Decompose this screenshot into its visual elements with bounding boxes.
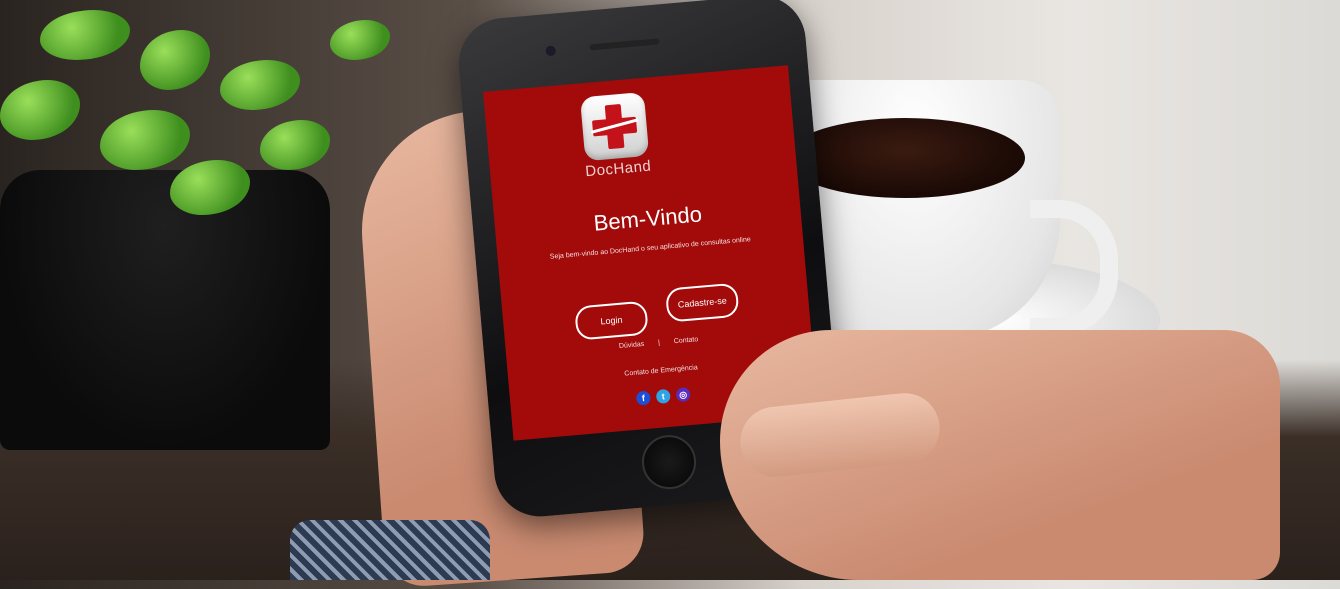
instagram-icon[interactable]: ◎	[675, 387, 691, 403]
login-button[interactable]: Login	[574, 300, 649, 341]
plant-leaf	[220, 60, 300, 110]
plant-leaf	[0, 80, 80, 140]
link-separator: |	[657, 339, 661, 347]
twitter-icon[interactable]: t	[655, 388, 671, 404]
coffee	[785, 118, 1025, 198]
logo-text: DocHand	[584, 157, 652, 181]
earpiece	[589, 38, 660, 51]
faq-link[interactable]: Dúvidas	[619, 341, 645, 350]
medical-cross-icon	[579, 91, 650, 162]
plant-leaf	[100, 110, 190, 170]
signup-button[interactable]: Cadastre-se	[664, 282, 740, 323]
home-button[interactable]	[639, 432, 699, 492]
app-logo: DocHand	[576, 91, 655, 180]
contact-link[interactable]: Contato	[674, 336, 699, 345]
shirt-sleeve	[290, 520, 490, 580]
plant-leaf	[330, 20, 390, 60]
front-camera	[545, 45, 557, 57]
plant-pot	[0, 170, 330, 450]
plant-leaf	[140, 30, 210, 90]
plant-leaf	[260, 120, 330, 170]
facebook-icon[interactable]: f	[635, 390, 651, 406]
welcome-tagline: Seja bem-vindo ao DocHand o seu aplicati…	[549, 236, 752, 261]
plant-leaf	[40, 10, 130, 60]
